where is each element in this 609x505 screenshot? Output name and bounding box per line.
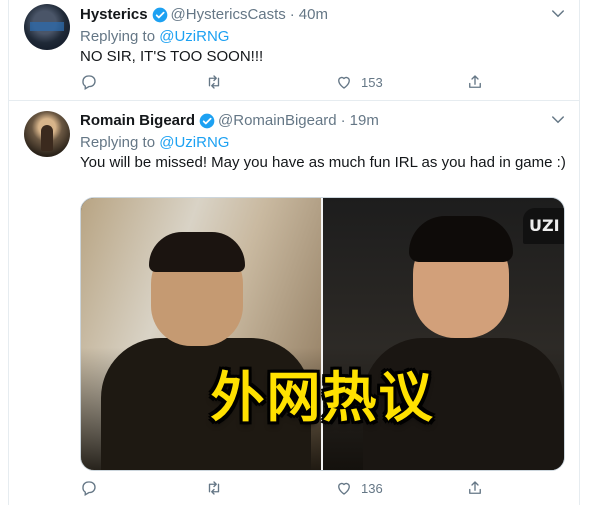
timeline-column: Hysterics @HystericsCasts · 40m Replying… bbox=[8, 0, 580, 505]
reply-button[interactable] bbox=[80, 72, 98, 92]
media-overlay-text: 外网热议 bbox=[210, 366, 435, 429]
mention-link[interactable]: @UziRNG bbox=[159, 134, 229, 151]
reply-icon bbox=[82, 481, 96, 496]
replying-to: Replying to @UziRNG bbox=[80, 27, 569, 47]
user-handle[interactable]: @RomainBigeard bbox=[218, 111, 337, 131]
like-count: 153 bbox=[361, 74, 383, 90]
like-button[interactable]: 153 bbox=[335, 72, 383, 92]
tweet-text: You will be missed! May you have as much… bbox=[80, 154, 566, 171]
tweet-content: Hysterics @HystericsCasts · 40m Replying… bbox=[80, 5, 569, 67]
tweet[interactable]: Hysterics @HystericsCasts · 40m Replying… bbox=[9, 0, 579, 101]
share-button[interactable] bbox=[466, 478, 484, 498]
replying-to: Replying to @UziRNG bbox=[80, 133, 569, 153]
user-handle[interactable]: @HystericsCasts bbox=[171, 5, 286, 25]
display-name[interactable]: Hysterics bbox=[80, 5, 148, 25]
tweet-content: Romain Bigeard @RomainBigeard · 19m Repl… bbox=[80, 111, 569, 173]
tweet-text: NO SIR, IT'S TOO SOON!!! bbox=[80, 48, 264, 65]
tweet-header: Romain Bigeard @RomainBigeard · 19m bbox=[80, 111, 569, 131]
verified-badge-icon bbox=[199, 113, 215, 129]
chevron-down-icon[interactable] bbox=[549, 111, 567, 129]
like-count: 136 bbox=[361, 480, 383, 496]
timestamp[interactable]: 19m bbox=[350, 111, 379, 131]
retweet-icon bbox=[208, 481, 220, 495]
reply-icon bbox=[82, 75, 96, 90]
tweet[interactable]: Romain Bigeard @RomainBigeard · 19m Repl… bbox=[9, 101, 579, 505]
display-name[interactable]: Romain Bigeard bbox=[80, 111, 195, 131]
verified-badge-icon bbox=[152, 7, 167, 23]
share-button[interactable] bbox=[466, 72, 484, 92]
retweet-button[interactable] bbox=[205, 72, 223, 92]
like-button[interactable]: 136 bbox=[335, 478, 383, 498]
retweet-icon bbox=[208, 75, 220, 89]
share-icon bbox=[469, 75, 481, 88]
share-icon bbox=[469, 481, 481, 494]
separator-dot: · bbox=[289, 6, 295, 23]
tweet-actions: 136 bbox=[80, 478, 481, 498]
reply-button[interactable] bbox=[80, 478, 98, 498]
mention-link[interactable]: @UziRNG bbox=[159, 28, 229, 45]
retweet-button[interactable] bbox=[205, 478, 223, 498]
timestamp[interactable]: 40m bbox=[299, 5, 328, 25]
tweet-media-image[interactable]: UZI 外网热议 bbox=[80, 197, 565, 471]
chevron-down-icon[interactable] bbox=[549, 5, 567, 23]
like-icon bbox=[338, 482, 350, 495]
like-icon bbox=[338, 76, 350, 89]
replying-to-label: Replying to bbox=[80, 134, 156, 151]
tweet-actions: 153 bbox=[80, 72, 481, 92]
avatar[interactable] bbox=[24, 111, 70, 157]
avatar[interactable] bbox=[24, 4, 70, 50]
replying-to-label: Replying to bbox=[80, 28, 156, 45]
separator-dot: · bbox=[340, 112, 346, 129]
tweet-header: Hysterics @HystericsCasts · 40m bbox=[80, 5, 569, 25]
cap-logo: UZI bbox=[523, 208, 564, 244]
